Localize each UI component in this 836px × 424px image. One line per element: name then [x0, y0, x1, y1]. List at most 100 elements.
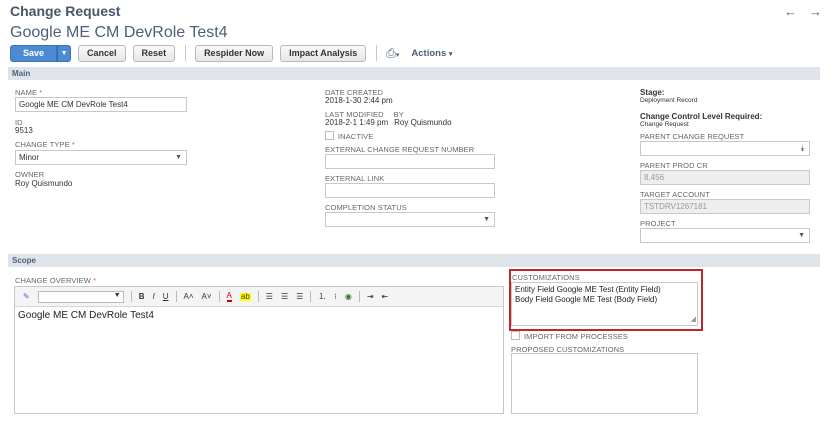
- change-overview-content[interactable]: Google ME CM DevRole Test4: [15, 307, 503, 324]
- customizations-textarea[interactable]: Entity Field Google ME Test (Entity Fiel…: [511, 282, 698, 326]
- last-modified-date: 2018-2-1 1:49 pm: [325, 118, 389, 127]
- section-header-scope[interactable]: Scope: [8, 254, 820, 267]
- chevron-down-icon: ▼: [113, 291, 121, 299]
- bold-button[interactable]: B: [139, 292, 145, 301]
- change-type-label-text: CHANGE TYPE: [15, 140, 70, 149]
- toolbar-divider: [185, 45, 187, 61]
- owner-label: OWNER: [15, 170, 45, 179]
- editor-toolbar-divider: [175, 291, 177, 302]
- parent-change-request-select[interactable]: ⯯: [640, 141, 810, 156]
- customization-entry: Body Field Google ME Test (Body Field): [515, 295, 658, 304]
- project-select[interactable]: ▼: [640, 228, 810, 243]
- project-label: PROJECT: [640, 219, 676, 228]
- change-type-value: Minor: [19, 153, 40, 162]
- editor-toolbar: ✎ ▼ B I U A˄ A˅ A ab ☰ ☰ ☰ ⒈ ⁝ ◉ ⇥ ⇤: [15, 287, 503, 307]
- resize-handle-icon[interactable]: ◢: [691, 315, 696, 325]
- previous-record-icon[interactable]: ←: [784, 4, 797, 19]
- change-type-label: CHANGE TYPE *: [15, 140, 75, 149]
- respider-now-button[interactable]: Respider Now: [195, 44, 274, 62]
- name-input[interactable]: Google ME CM DevRole Test4: [15, 97, 187, 112]
- save-button-group: Save ▼: [10, 44, 72, 62]
- font-size-increase-button[interactable]: A˄: [184, 292, 194, 301]
- bulleted-list-icon[interactable]: ⁝: [334, 292, 337, 301]
- chevron-down-icon: ▼: [60, 49, 68, 57]
- parent-prod-cr-field: 8,456: [640, 170, 810, 185]
- last-modified-value: 2018-2-1 1:49 pm Roy Quismundo: [325, 118, 452, 127]
- required-marker: *: [71, 140, 75, 149]
- last-modified-by: Roy Quismundo: [394, 118, 452, 127]
- inactive-label: INACTIVE: [338, 132, 374, 141]
- outdent-icon[interactable]: ⇤: [382, 292, 389, 301]
- customization-entry: Entity Field Google ME Test (Entity Fiel…: [515, 285, 661, 294]
- name-label-text: NAME: [15, 88, 38, 97]
- date-created-value: 2018-1-30 2:44 pm: [325, 96, 393, 105]
- editor-toolbar-divider: [358, 291, 360, 302]
- completion-status-label: COMPLETION STATUS: [325, 203, 407, 212]
- chevron-down-icon: ▾: [448, 50, 453, 58]
- import-from-processes-checkbox[interactable]: [511, 331, 520, 340]
- required-marker: *: [39, 88, 43, 97]
- parent-change-request-label: PARENT CHANGE REQUEST: [640, 132, 745, 141]
- name-label: NAME *: [15, 88, 42, 97]
- required-marker: *: [93, 276, 97, 285]
- chevron-down-icon: ▼: [483, 216, 490, 223]
- stage-label: Stage:: [640, 88, 665, 97]
- change-overview-label-text: CHANGE OVERVIEW: [15, 276, 91, 285]
- change-overview-label: CHANGE OVERVIEW *: [15, 276, 96, 285]
- proposed-customizations-textarea[interactable]: [511, 353, 698, 414]
- change-control-level-value: Change Request: [640, 121, 689, 128]
- underline-button[interactable]: U: [163, 292, 169, 301]
- customizations-label: CUSTOMIZATIONS: [512, 273, 580, 282]
- spellcheck-icon[interactable]: ✎: [23, 292, 30, 301]
- toolbar-divider: [376, 45, 378, 61]
- insert-link-icon[interactable]: ◉: [345, 292, 352, 301]
- next-record-icon[interactable]: →: [809, 4, 822, 19]
- save-options-dropdown[interactable]: ▼: [57, 44, 72, 62]
- font-select[interactable]: ▼: [37, 290, 124, 303]
- section-header-main[interactable]: Main: [8, 67, 820, 80]
- id-value: 9513: [15, 126, 33, 135]
- change-control-level-label: Change Control Level Required:: [640, 112, 763, 121]
- editor-toolbar-divider: [257, 291, 259, 302]
- completion-status-select[interactable]: ▼: [325, 212, 495, 227]
- indent-icon[interactable]: ⇥: [367, 292, 374, 301]
- align-left-icon[interactable]: ☰: [266, 292, 273, 301]
- editor-toolbar-divider: [218, 291, 220, 302]
- text-color-button[interactable]: A: [226, 291, 232, 302]
- import-from-processes-label: IMPORT FROM PROCESSES: [524, 332, 628, 341]
- record-type-title: Change Request: [10, 3, 121, 19]
- actions-menu-label: Actions: [411, 47, 447, 59]
- editor-toolbar-divider: [310, 291, 312, 302]
- change-type-select[interactable]: Minor ▼: [15, 150, 187, 165]
- actions-menu[interactable]: Actions ▾: [411, 48, 452, 59]
- italic-button[interactable]: I: [152, 292, 154, 301]
- change-overview-editor: ✎ ▼ B I U A˄ A˅ A ab ☰ ☰ ☰ ⒈ ⁝ ◉ ⇥ ⇤ Goo…: [14, 286, 504, 414]
- chevron-down-icon: ▼: [175, 154, 182, 161]
- inactive-checkbox[interactable]: [325, 131, 334, 140]
- external-cr-number-input[interactable]: [325, 154, 495, 169]
- impact-analysis-button[interactable]: Impact Analysis: [280, 44, 367, 62]
- highlight-color-button[interactable]: ab: [239, 292, 251, 301]
- record-title: Google ME CM DevRole Test4: [10, 24, 228, 41]
- record-navigation: ← →: [784, 4, 822, 19]
- owner-value: Roy Quismundo: [15, 179, 73, 188]
- align-right-icon[interactable]: ☰: [296, 292, 303, 301]
- parent-prod-cr-label: PARENT PROD CR: [640, 161, 708, 170]
- align-center-icon[interactable]: ☰: [281, 292, 288, 301]
- target-account-field: TSTDRV1267181: [640, 199, 810, 214]
- numbered-list-icon[interactable]: ⒈: [318, 291, 326, 302]
- print-icon[interactable]: ⎙▾: [386, 46, 399, 61]
- external-link-input[interactable]: [325, 183, 495, 198]
- editor-toolbar-divider: [130, 291, 132, 302]
- record-toolbar: Save ▼ Cancel Reset Respider Now Impact …: [10, 44, 452, 62]
- external-link-label: EXTERNAL LINK: [325, 174, 385, 183]
- save-button[interactable]: Save: [10, 44, 58, 62]
- double-chevron-down-icon: ⯯: [800, 144, 805, 153]
- cancel-button[interactable]: Cancel: [78, 44, 126, 62]
- external-cr-number-label: EXTERNAL CHANGE REQUEST NUMBER: [325, 145, 475, 154]
- target-account-label: TARGET ACCOUNT: [640, 190, 710, 199]
- stage-value: Deployment Record: [640, 97, 698, 104]
- reset-button[interactable]: Reset: [132, 44, 176, 62]
- chevron-down-icon: ▼: [798, 232, 805, 239]
- font-size-decrease-button[interactable]: A˅: [202, 292, 212, 301]
